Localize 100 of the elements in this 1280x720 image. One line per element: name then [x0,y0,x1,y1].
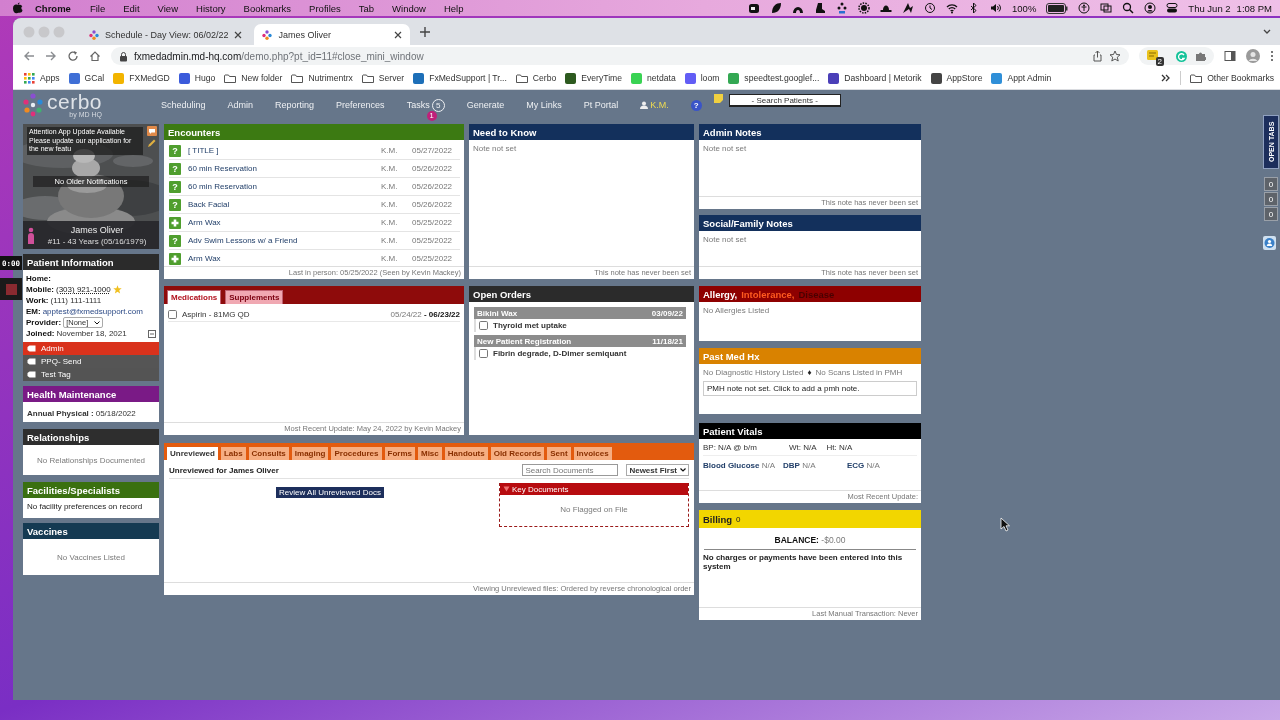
tab[interactable]: Sent [547,447,571,460]
bookmark[interactable]: GCal [68,72,105,84]
encounter-link[interactable]: 60 min Reservation [188,182,374,191]
control-center-icon[interactable] [1166,2,1179,14]
sidebar-icon[interactable] [1224,50,1236,62]
tab[interactable]: Misc [417,447,442,460]
wifi-icon[interactable] [946,2,959,14]
sticky-note-icon[interactable] [713,94,723,103]
history-icon[interactable] [924,2,937,14]
nav-link[interactable]: Preferences [336,100,385,110]
checkbox[interactable] [479,321,488,330]
expand-icon[interactable] [148,329,156,338]
dots-icon[interactable] [836,2,849,14]
tab[interactable]: Labs [220,447,246,460]
home-icon[interactable] [89,50,101,62]
bookmark[interactable]: Dashboard | Metorik [828,72,922,84]
bookmark[interactable]: EveryTime [565,72,622,84]
user-icon[interactable] [1144,2,1157,14]
display-icon[interactable] [1100,2,1113,14]
back-icon[interactable] [23,50,35,62]
encounter-link[interactable]: Adv Swim Lessons w/ a Friend [188,236,374,245]
bookmark[interactable]: Hugo [178,72,216,84]
bookmark[interactable]: Server [361,72,405,84]
encounter-link[interactable]: Back Facial [188,200,374,209]
search-field[interactable]: - Search Patients - [728,94,841,107]
bookmark[interactable]: FXMedGD [113,72,170,84]
browser-tab[interactable]: James Oliver [254,24,411,45]
nav-link[interactable]: Reporting [275,100,315,110]
phone-link[interactable]: (303) 921-1000 [56,285,111,294]
person-icon[interactable] [1263,236,1276,250]
encounter-link[interactable]: Arm Wax [188,218,374,227]
tab[interactable]: Consults [248,447,289,460]
help-button[interactable]: ? [690,99,702,111]
tag[interactable]: Test Tag [23,368,159,381]
lock-icon[interactable] [119,50,128,62]
close-icon[interactable] [234,30,243,39]
bookmark[interactable]: Appt Admin [991,72,1052,84]
tab[interactable]: Imaging [291,447,329,460]
checkbox[interactable] [479,349,488,358]
camera-icon[interactable] [748,2,761,14]
nav-link[interactable]: Tasks [406,100,430,110]
email-link[interactable]: apptest@fxmedsupport.com [42,307,143,316]
pmh-note-field[interactable]: PMH note not set. Click to add a pmh note. [703,381,917,396]
accessibility-icon[interactable] [1078,2,1091,14]
encounter-link[interactable]: 60 min Reservation [188,164,374,173]
review-button[interactable]: Review All Unreviewed Docs [276,487,384,498]
bookmark[interactable]: Other Bookmarks [1190,72,1274,84]
browser-tab[interactable]: Schedule - Day View: 06/02/22 [81,24,251,45]
menu-item[interactable]: View [148,2,187,14]
tag[interactable]: Admin [23,342,159,355]
encounter-link[interactable]: [ TITLE ] [188,146,374,155]
bookmark[interactable]: speedtest.googlef... [728,72,820,84]
double-chevron-icon[interactable] [1161,73,1172,83]
bookmark[interactable]: loom [684,72,720,84]
bookmark[interactable]: Nutrimentrx [291,72,353,84]
forward-icon[interactable] [45,50,57,62]
nav-link[interactable]: Pt Portal [583,100,619,110]
tab[interactable]: Invoices [573,447,612,460]
app-menu[interactable]: Chrome [23,2,81,14]
tab[interactable]: Medications [167,290,222,304]
sort-select[interactable]: Newest First [626,464,689,476]
nav-link[interactable]: Scheduling [161,100,206,110]
close-icon[interactable] [394,30,403,39]
bookmark[interactable]: netdata [631,72,676,84]
nav-link[interactable]: Generate [466,100,505,110]
nav-link[interactable]: Admin [227,100,254,110]
menu-item[interactable]: Bookmarks [234,2,301,14]
tab[interactable]: Procedures [331,447,382,460]
chat-icon[interactable] [147,126,157,136]
checkbox[interactable] [168,310,177,319]
search-icon[interactable] [1122,2,1135,14]
sun-icon[interactable] [858,2,871,14]
logo-icon[interactable] [21,93,45,117]
share-icon[interactable] [1092,50,1103,62]
tab[interactable]: Forms [384,447,415,460]
tab[interactable]: Old Records [490,447,545,460]
menu-item[interactable]: Window [383,2,435,14]
star-icon[interactable] [1109,50,1121,62]
bookmark[interactable]: FxMedSupport | Tr... [413,72,507,84]
menu-item[interactable]: Help [434,2,473,14]
menu-item[interactable]: Tab [349,2,384,14]
volume-icon[interactable] [990,2,1003,14]
apple-icon[interactable] [12,2,23,14]
bookmark[interactable]: AppStore [930,72,983,84]
reload-icon[interactable] [67,50,79,62]
bookmark[interactable]: Cerbo [515,72,557,84]
address-bar[interactable]: fxmedadmin.md-hq.com/demo.php?pt_id=11#close_mini_window [111,47,1129,65]
tab[interactable]: Handouts [444,447,488,460]
bookmark[interactable]: Apps [24,72,60,84]
nav-link[interactable]: My Links [526,100,562,110]
menu-item[interactable]: Edit [114,2,149,14]
menu-icon[interactable] [1270,50,1274,62]
tab[interactable]: Supplements [225,290,284,304]
tab[interactable]: Unreviewed [167,447,218,460]
boot-icon[interactable] [814,2,827,14]
menu-item[interactable]: File [80,2,115,14]
battery-icon[interactable] [1046,2,1069,14]
avatar-icon[interactable] [1246,49,1260,63]
search-field[interactable]: Search Documents [522,464,619,476]
pencil-icon[interactable] [147,138,156,148]
